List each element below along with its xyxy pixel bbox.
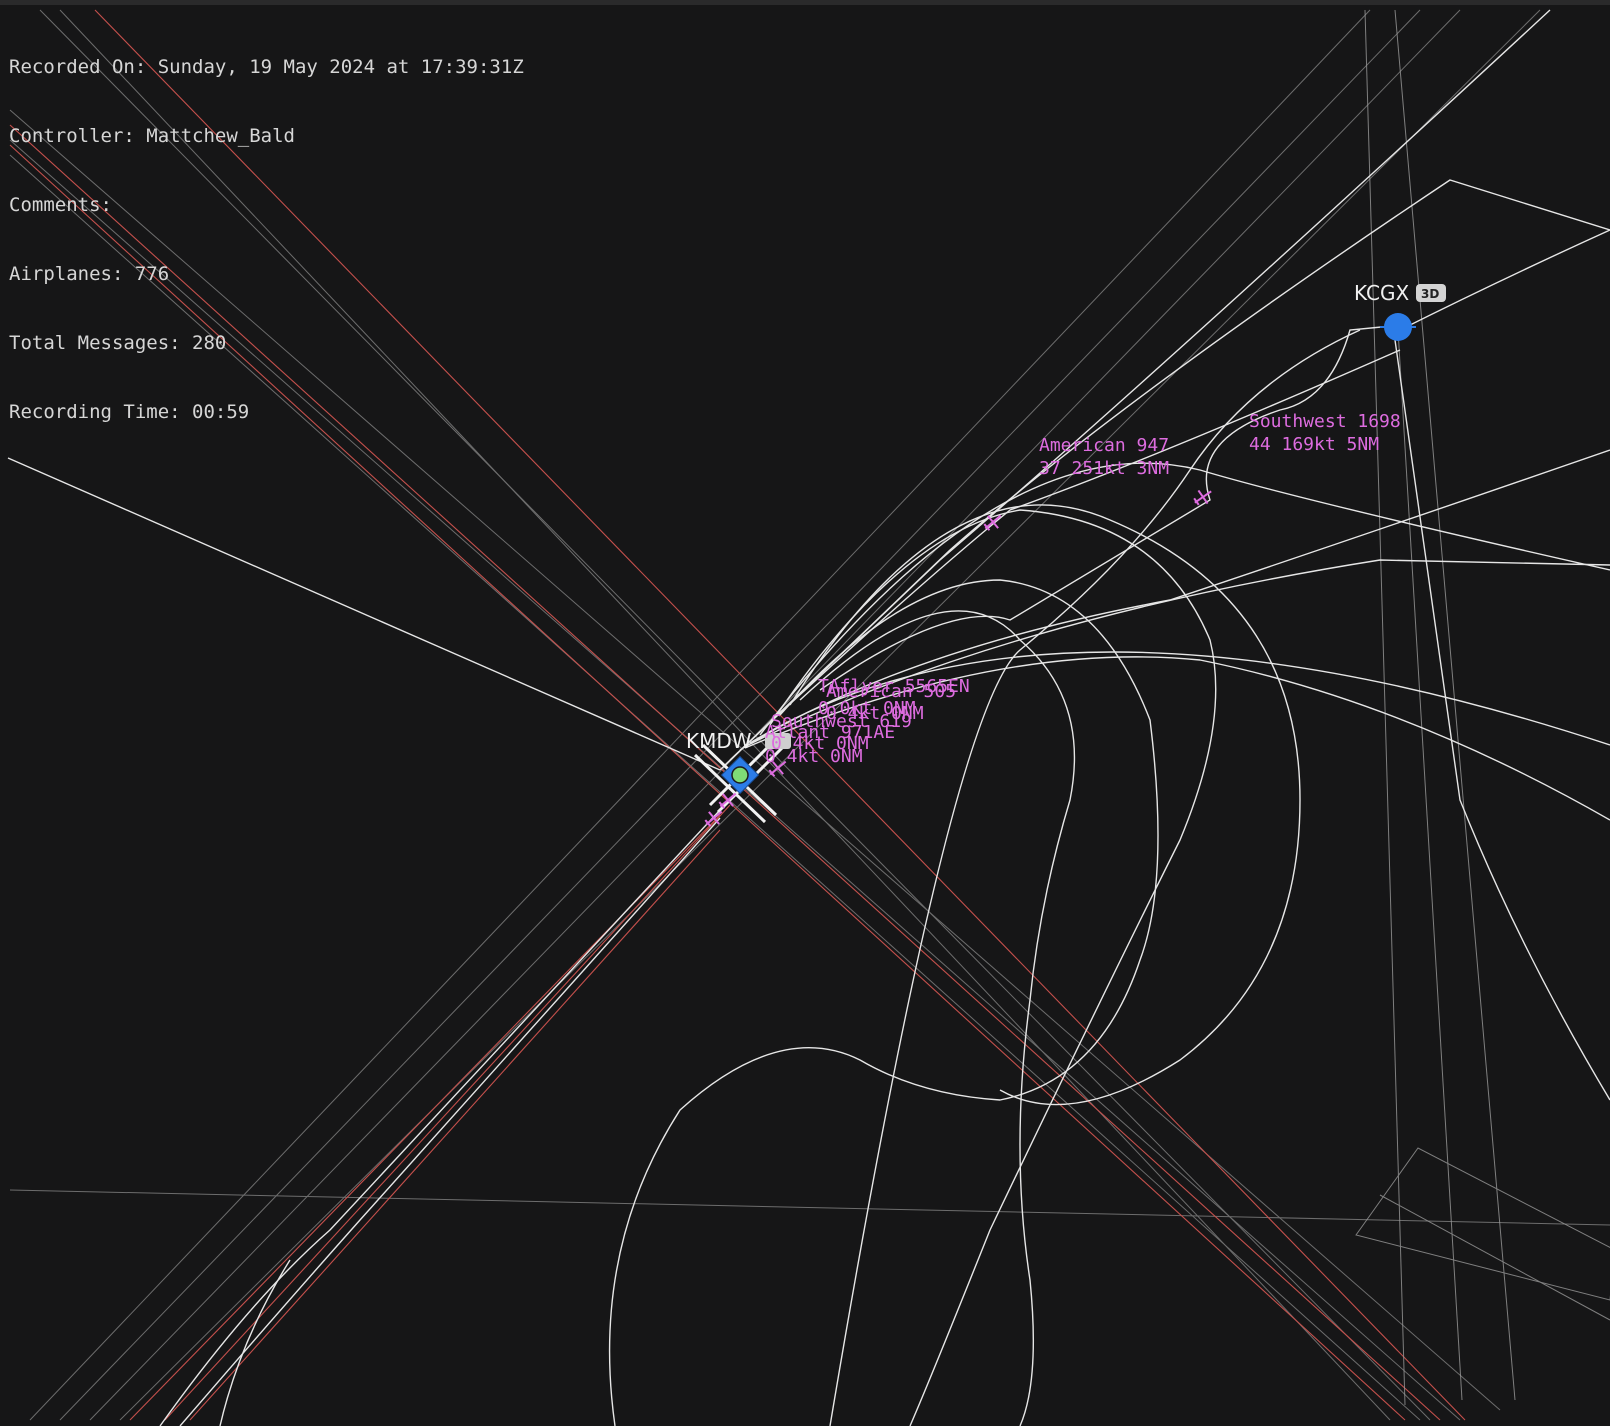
aircraft-callsign: American 505 <box>826 681 956 702</box>
airplane-icon[interactable] <box>1190 485 1216 510</box>
kcgx-3d-badge-text: 3D <box>1421 287 1439 301</box>
recording-info-panel: Recorded On: Sunday, 19 May 2024 at 17:3… <box>9 10 524 470</box>
aircraft-callsign: Atlant 971AE <box>765 722 895 743</box>
kcgx-airport-label[interactable]: KCGX <box>1354 281 1409 305</box>
aircraft-callsign: American 947 <box>1039 435 1169 456</box>
aircraft-tag-southwest-1698[interactable]: Southwest 1698 44 169kt 5NM <box>1249 411 1401 455</box>
kcgx-airport-marker-icon[interactable] <box>1380 313 1416 341</box>
kmdw-airport-label[interactable]: KMDW <box>686 729 752 753</box>
total-messages-text: Total Messages: 280 <box>9 332 227 354</box>
aircraft-data: 0 4kt 0NM <box>765 746 863 767</box>
comments-text: Comments: <box>9 194 112 216</box>
radar-scope[interactable]: Recorded On: Sunday, 19 May 2024 at 17:3… <box>0 0 1610 1426</box>
airplanes-count-text: Airplanes: 776 <box>9 263 170 285</box>
recording-time-text: Recording Time: 00:59 <box>9 401 250 423</box>
aircraft-data: 37 251kt 3NM <box>1039 458 1169 479</box>
aircraft-data: 44 169kt 5NM <box>1249 434 1379 455</box>
controller-text: Controller: Mattchew_Bald <box>9 125 295 147</box>
recorded-on-text: Recorded On: Sunday, 19 May 2024 at 17:3… <box>9 56 524 78</box>
aircraft-callsign: Southwest 1698 <box>1249 411 1401 432</box>
